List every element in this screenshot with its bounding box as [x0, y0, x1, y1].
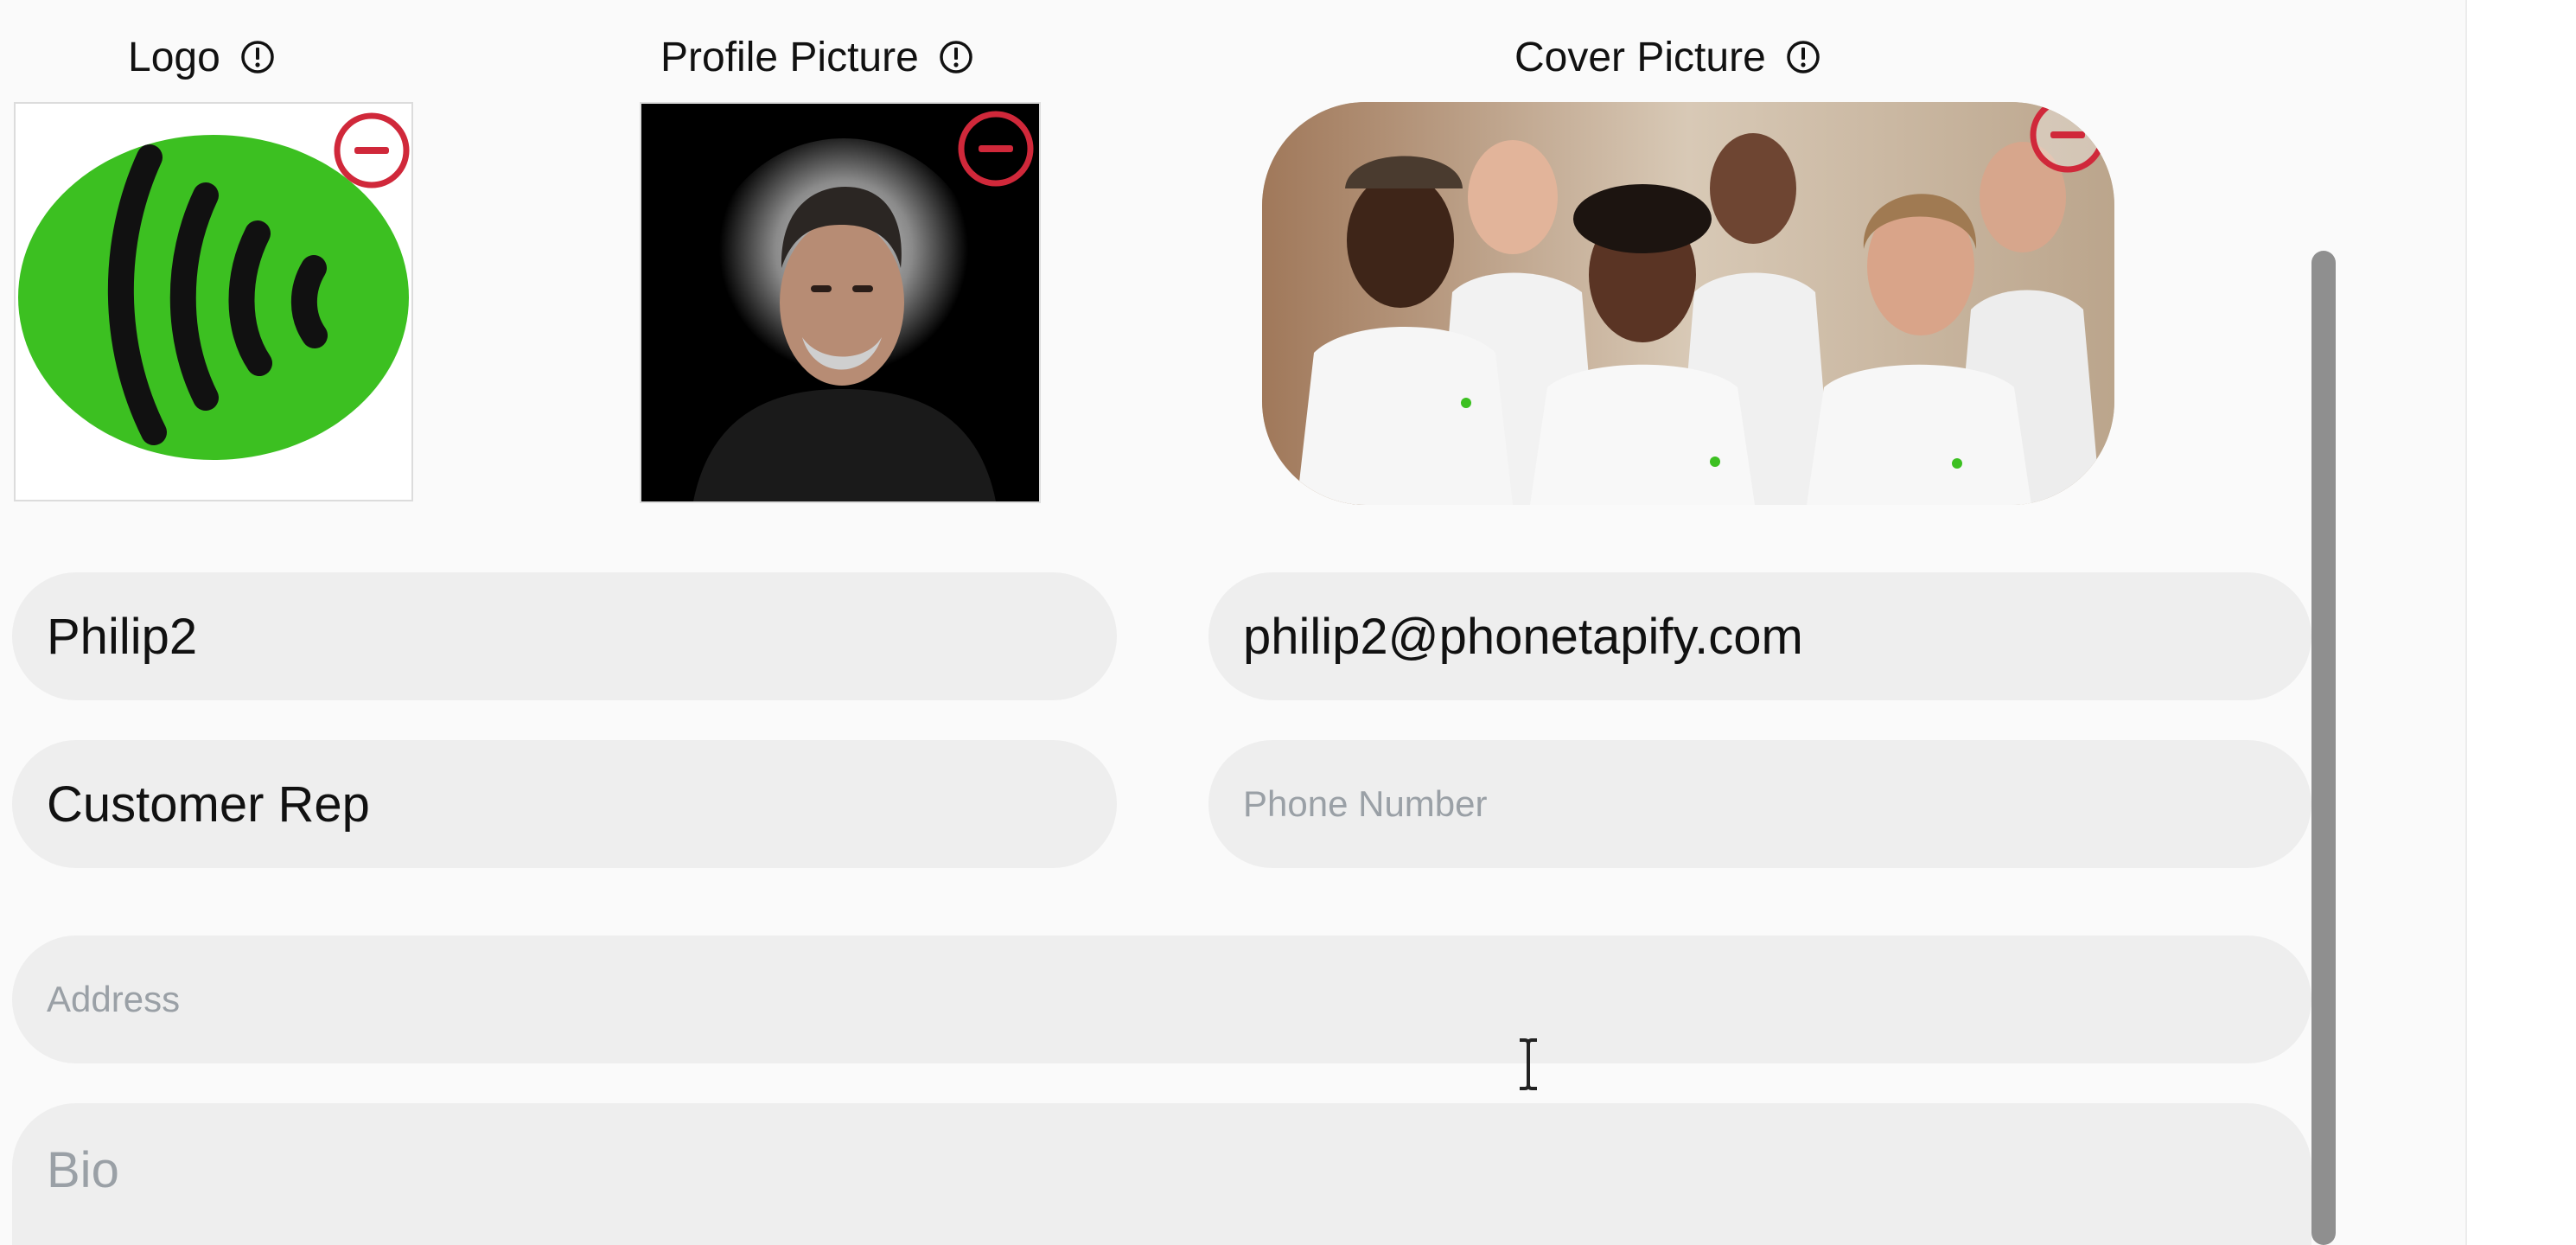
logo-image[interactable] [14, 102, 413, 501]
name-input[interactable] [12, 572, 1117, 700]
scrollbar[interactable] [2311, 251, 2336, 1245]
panel-divider [2465, 0, 2467, 1245]
minus-circle-icon [958, 111, 1034, 187]
profile-form-panel: Logo Profile Picture Cover Picture [0, 0, 2576, 1245]
job-title-input[interactable] [12, 740, 1117, 868]
logo-heading-label: Logo [128, 34, 220, 80]
logo-heading: Logo [128, 26, 276, 88]
minus-circle-icon [334, 112, 410, 188]
remove-logo-button[interactable] [332, 111, 411, 190]
cover-picture-image[interactable] [1262, 102, 2114, 505]
text-cursor-icon [1520, 1038, 1537, 1090]
cover-picture-heading-label: Cover Picture [1514, 34, 1766, 80]
info-circle-icon[interactable] [239, 39, 276, 75]
minus-circle-icon [2030, 102, 2106, 173]
info-circle-icon[interactable] [938, 39, 974, 75]
phone-number-input[interactable] [1208, 740, 2311, 868]
remove-profile-picture-button[interactable] [956, 109, 1036, 188]
profile-picture-image[interactable] [640, 102, 1041, 503]
cover-picture-heading: Cover Picture [1514, 26, 1821, 88]
scrollbar-thumb[interactable] [2311, 251, 2336, 1245]
profile-picture-heading: Profile Picture [660, 26, 974, 88]
email-input[interactable] [1208, 572, 2311, 700]
address-input[interactable] [12, 935, 2311, 1063]
bio-textarea[interactable] [12, 1103, 2311, 1245]
cover-group-photo [1262, 102, 2114, 505]
right-gutter [2467, 0, 2576, 1245]
info-circle-icon[interactable] [1785, 39, 1821, 75]
profile-picture-heading-label: Profile Picture [660, 34, 919, 80]
remove-cover-picture-button[interactable] [2028, 102, 2107, 175]
